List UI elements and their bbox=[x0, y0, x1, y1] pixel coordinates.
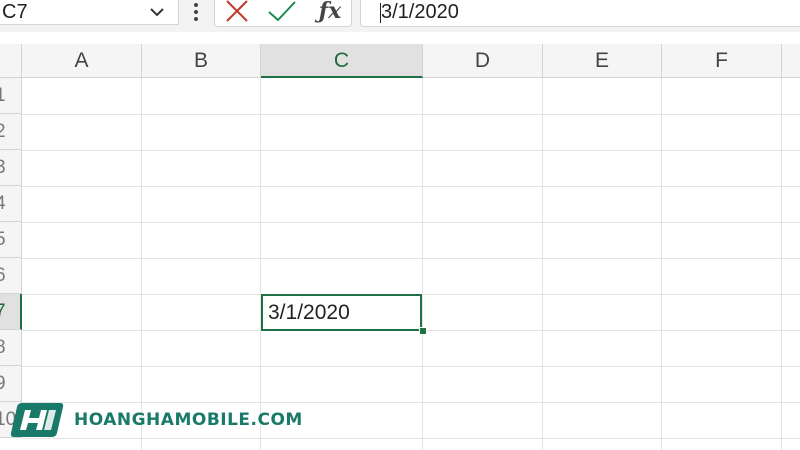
column-header-g[interactable] bbox=[782, 44, 800, 78]
row-number: 5 bbox=[0, 222, 6, 257]
watermark-logo: HOANGHAMOBILE.COM bbox=[10, 398, 302, 442]
row-number: 1 bbox=[0, 78, 6, 113]
chevron-down-icon[interactable] bbox=[147, 2, 167, 22]
gridline bbox=[781, 78, 782, 450]
gridline bbox=[22, 366, 800, 367]
row-header-3[interactable]: 3 bbox=[0, 150, 22, 186]
gridline bbox=[22, 114, 800, 115]
row-number: 3 bbox=[0, 150, 6, 185]
row-number: 8 bbox=[0, 330, 6, 365]
row-number: 2 bbox=[0, 114, 6, 149]
row-header-8[interactable]: 8 bbox=[0, 330, 22, 366]
column-header-c[interactable]: C bbox=[261, 44, 423, 78]
row-number: 7 bbox=[0, 294, 6, 329]
row-header-9[interactable]: 9 bbox=[0, 366, 22, 402]
gridline bbox=[22, 186, 800, 187]
fill-handle[interactable] bbox=[419, 327, 427, 335]
row-header-4[interactable]: 4 bbox=[0, 186, 22, 222]
gridline bbox=[22, 258, 800, 259]
row-number: 6 bbox=[0, 258, 6, 293]
insert-function-button[interactable]: ƒx bbox=[312, 0, 348, 24]
formula-text: 3/1/2020 bbox=[381, 1, 459, 23]
row-number: 4 bbox=[0, 186, 6, 221]
row-header-6[interactable]: 6 bbox=[0, 258, 22, 294]
gridline bbox=[22, 150, 800, 151]
spreadsheet-grid[interactable]: A B C D E F 1 2 3 4 5 6 7 8 9 10 3/1/202… bbox=[0, 44, 800, 450]
check-icon[interactable] bbox=[266, 0, 298, 24]
name-box-value: C7 bbox=[2, 1, 28, 23]
column-header-e[interactable]: E bbox=[543, 44, 662, 78]
row-header-1[interactable]: 1 bbox=[0, 78, 22, 114]
column-header-f[interactable]: F bbox=[662, 44, 782, 78]
row-number: 9 bbox=[0, 366, 6, 401]
watermark-text: HOANGHAMOBILE.COM bbox=[74, 410, 303, 430]
row-header-2[interactable]: 2 bbox=[0, 114, 22, 150]
formula-bar: C7 ƒx 3/1/2020 bbox=[0, 0, 800, 32]
gridline bbox=[661, 78, 662, 450]
row-header-7[interactable]: 7 bbox=[0, 294, 22, 330]
gridline bbox=[141, 78, 142, 450]
gridline bbox=[22, 222, 800, 223]
formula-input[interactable]: 3/1/2020 bbox=[360, 0, 800, 27]
name-box[interactable]: C7 bbox=[0, 0, 179, 25]
column-header-b[interactable]: B bbox=[142, 44, 261, 78]
row-header-5[interactable]: 5 bbox=[0, 222, 22, 258]
gridline bbox=[260, 78, 261, 450]
gridline bbox=[542, 78, 543, 450]
logo-icon bbox=[10, 403, 64, 437]
active-cell-c7[interactable]: 3/1/2020 bbox=[261, 294, 422, 331]
close-icon[interactable] bbox=[222, 0, 252, 24]
column-header-d[interactable]: D bbox=[423, 44, 543, 78]
select-all-button[interactable] bbox=[0, 44, 22, 78]
column-header-a[interactable]: A bbox=[22, 44, 142, 78]
more-options-icon[interactable] bbox=[187, 1, 205, 23]
gridline bbox=[422, 78, 423, 450]
